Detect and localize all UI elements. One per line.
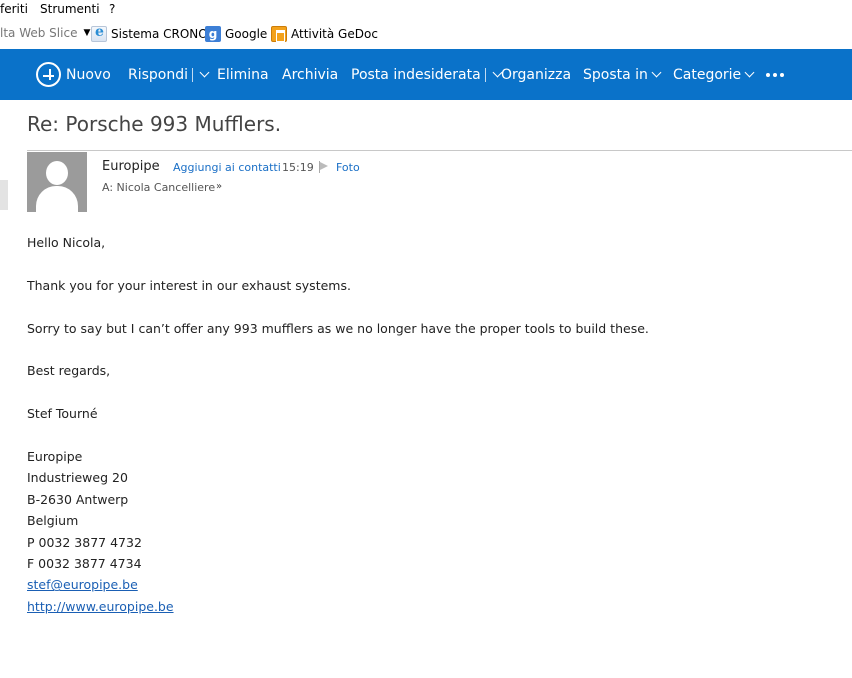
organize-label: Organizza	[501, 66, 572, 83]
signature-email-link[interactable]: stef@europipe.be	[27, 577, 138, 592]
sender-name[interactable]: Europipe	[102, 159, 160, 174]
chevron-down-icon	[744, 67, 755, 78]
more-icon	[766, 72, 784, 77]
message-body: Hello Nicola, Thank you for your interes…	[27, 232, 649, 617]
fav-web-slice-label: lta Web Slice	[0, 26, 78, 40]
split-divider	[484, 67, 486, 82]
delete-label: Elimina	[217, 66, 269, 83]
new-label: Nuovo	[66, 66, 111, 83]
menu-tools[interactable]: Strumenti	[40, 2, 100, 16]
categories-button[interactable]: Categorie	[673, 49, 755, 100]
archive-button[interactable]: Archivia	[282, 49, 338, 100]
signature-street: Industrieweg 20	[27, 470, 128, 486]
body-paragraph: Sorry to say but I can’t offer any 993 m…	[27, 320, 649, 336]
gedoc-icon	[271, 26, 287, 42]
body-closing: Best regards,	[27, 363, 111, 379]
browser-menu-bar: feriti Strumenti ?	[0, 0, 852, 20]
junk-button[interactable]: Posta indesiderata	[351, 49, 503, 100]
signature-city: B-2630 Antwerp	[27, 491, 129, 507]
menu-favorites[interactable]: feriti	[0, 2, 28, 16]
flag-icon[interactable]	[319, 161, 330, 173]
move-to-button[interactable]: Sposta in	[583, 49, 662, 100]
fav-google-label: Google	[225, 27, 268, 41]
reply-label: Rispondi	[128, 66, 189, 83]
split-divider	[192, 67, 194, 82]
new-button[interactable]: Nuovo	[36, 49, 111, 100]
command-bar: Nuovo Rispondi Elimina Archivia Posta in…	[0, 49, 852, 100]
fav-gedoc-label: Attività GeDoc	[291, 27, 378, 41]
message-time: 15:19	[282, 161, 314, 174]
sender-avatar[interactable]	[27, 152, 87, 212]
reply-button[interactable]: Rispondi	[128, 49, 210, 100]
body-greeting: Hello Nicola,	[27, 235, 106, 250]
signature-website-link[interactable]: http://www.europipe.be	[27, 599, 174, 614]
chevron-down-icon[interactable]	[199, 67, 210, 78]
plus-circle-icon	[36, 62, 61, 87]
archive-label: Archivia	[282, 66, 339, 83]
avatar-body	[36, 186, 78, 212]
recipient-line: A: Nicola Cancelliere	[102, 181, 216, 194]
favorites-bar: lta Web Slice ▼ Sistema CRONO g Google A…	[0, 22, 852, 48]
google-icon: g	[205, 26, 221, 42]
junk-label: Posta indesiderata	[351, 66, 481, 83]
expand-recipients-icon[interactable]: »	[216, 181, 222, 192]
categories-label: Categorie	[673, 66, 742, 83]
fav-sistema-crono[interactable]: Sistema CRONO	[91, 24, 208, 42]
signature-fax: F 0032 3877 4734	[27, 556, 142, 572]
signature-country: Belgium	[27, 513, 79, 529]
signature-phone: P 0032 3877 4732	[27, 534, 142, 550]
delete-button[interactable]: Elimina	[217, 49, 269, 100]
message-subject: Re: Porsche 993 Mufflers.	[27, 112, 282, 136]
body-signer: Stef Tourné	[27, 406, 98, 422]
fav-google[interactable]: g Google	[205, 26, 267, 42]
body-paragraph: Thank you for your interest in our exhau…	[27, 277, 351, 293]
subject-divider	[27, 150, 852, 151]
dropdown-caret-icon: ▼	[83, 28, 91, 38]
menu-help[interactable]: ?	[109, 2, 115, 16]
fav-sistema-crono-label: Sistema CRONO	[111, 27, 208, 41]
move-to-label: Sposta in	[583, 66, 648, 83]
fav-web-slice[interactable]: lta Web Slice ▼	[0, 26, 90, 40]
signature-company: Europipe	[27, 448, 83, 464]
pane-edge	[0, 180, 8, 210]
avatar-head	[46, 161, 68, 185]
organize-button[interactable]: Organizza	[501, 49, 571, 100]
add-to-contacts-link[interactable]: Aggiungi ai contatti	[173, 161, 281, 174]
ie-page-icon	[91, 24, 107, 42]
more-actions-button[interactable]	[766, 49, 784, 100]
fav-gedoc[interactable]: Attività GeDoc	[271, 26, 378, 42]
photo-link[interactable]: Foto	[336, 161, 360, 174]
chevron-down-icon	[651, 67, 662, 78]
